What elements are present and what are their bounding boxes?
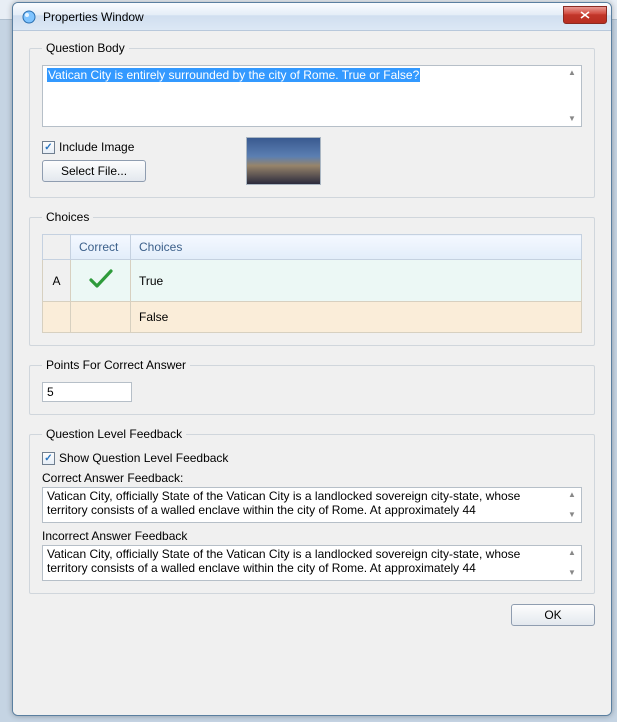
table-row[interactable]: False: [43, 302, 582, 333]
scroll-up-icon[interactable]: ▲: [565, 549, 579, 557]
scroll-down-icon[interactable]: ▼: [565, 569, 579, 577]
textarea-scrollbar[interactable]: ▲ ▼: [565, 491, 579, 519]
image-thumbnail[interactable]: [246, 137, 321, 185]
titlebar[interactable]: Properties Window: [13, 3, 611, 31]
points-group: Points For Correct Answer: [29, 358, 595, 415]
choice-text-cell[interactable]: False: [131, 302, 582, 333]
incorrect-feedback-textarea[interactable]: Vatican City, officially State of the Va…: [42, 545, 582, 581]
app-icon: [21, 9, 37, 25]
show-feedback-checkbox[interactable]: ✓ Show Question Level Feedback: [42, 451, 582, 465]
dialog-footer: OK: [29, 602, 595, 626]
choices-header-correct[interactable]: Correct: [71, 235, 131, 260]
table-row[interactable]: A True: [43, 260, 582, 302]
correct-feedback-textarea[interactable]: Vatican City, officially State of the Va…: [42, 487, 582, 523]
question-body-textarea[interactable]: Vatican City is entirely surrounded by t…: [42, 65, 582, 127]
scroll-down-icon[interactable]: ▼: [565, 115, 579, 123]
choice-letter: [43, 302, 71, 333]
feedback-group: Question Level Feedback ✓ Show Question …: [29, 427, 595, 594]
choice-correct-cell[interactable]: [71, 260, 131, 302]
include-image-checkbox[interactable]: ✓ Include Image: [42, 140, 146, 154]
correct-feedback-text: Vatican City, officially State of the Va…: [47, 489, 520, 517]
choice-letter: A: [43, 260, 71, 302]
question-body-text: Vatican City is entirely surrounded by t…: [47, 68, 420, 82]
close-button[interactable]: [563, 6, 607, 24]
question-body-group: Question Body Vatican City is entirely s…: [29, 41, 595, 198]
question-body-legend: Question Body: [42, 41, 129, 55]
scroll-up-icon[interactable]: ▲: [565, 69, 579, 77]
textarea-scrollbar[interactable]: ▲ ▼: [565, 69, 579, 123]
choices-group: Choices Correct Choices A: [29, 210, 595, 346]
points-input[interactable]: [42, 382, 132, 402]
choices-header-choices[interactable]: Choices: [131, 235, 582, 260]
correct-feedback-label: Correct Answer Feedback:: [42, 471, 582, 485]
properties-window: Properties Window Question Body Vatican …: [12, 2, 612, 716]
incorrect-feedback-label: Incorrect Answer Feedback: [42, 529, 582, 543]
textarea-scrollbar[interactable]: ▲ ▼: [565, 549, 579, 577]
points-legend: Points For Correct Answer: [42, 358, 190, 372]
incorrect-feedback-text: Vatican City, officially State of the Va…: [47, 547, 520, 575]
choices-header-blank: [43, 235, 71, 260]
choices-header-row: Correct Choices: [43, 235, 582, 260]
scroll-up-icon[interactable]: ▲: [565, 491, 579, 499]
select-file-button[interactable]: Select File...: [42, 160, 146, 182]
scroll-down-icon[interactable]: ▼: [565, 511, 579, 519]
choices-legend: Choices: [42, 210, 93, 224]
window-title: Properties Window: [43, 10, 144, 24]
choices-table: Correct Choices A: [42, 234, 582, 333]
show-feedback-label: Show Question Level Feedback: [59, 451, 228, 465]
client-area: Question Body Vatican City is entirely s…: [13, 31, 611, 715]
close-icon: [580, 11, 590, 19]
choice-text-cell[interactable]: True: [131, 260, 582, 302]
include-image-label: Include Image: [59, 140, 134, 154]
checkbox-checked-icon: ✓: [42, 452, 55, 465]
ok-button[interactable]: OK: [511, 604, 595, 626]
checkmark-icon: [88, 268, 114, 293]
checkbox-checked-icon: ✓: [42, 141, 55, 154]
feedback-legend: Question Level Feedback: [42, 427, 186, 441]
choice-correct-cell[interactable]: [71, 302, 131, 333]
